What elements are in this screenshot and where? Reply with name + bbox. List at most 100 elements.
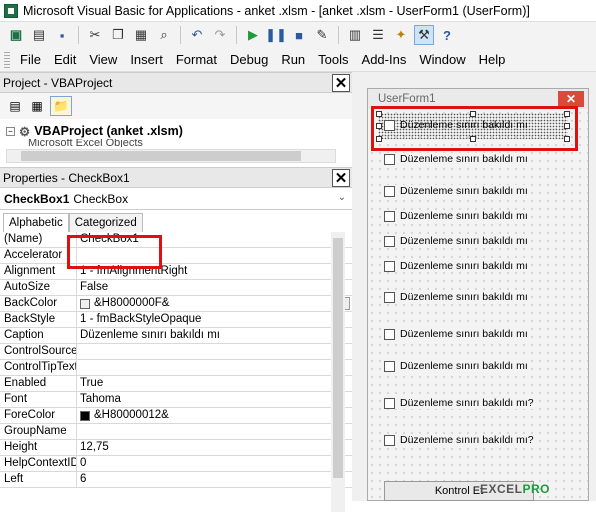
scroll-thumb[interactable] [333, 238, 343, 478]
property-row[interactable]: GroupName [0, 424, 352, 440]
property-value[interactable]: &H8000000F&▼ [77, 296, 352, 311]
resize-handle[interactable] [564, 123, 570, 129]
checkbox-box[interactable] [384, 210, 395, 222]
property-value[interactable]: Tahoma [77, 392, 352, 407]
userform-checkbox[interactable]: Düzenleme sınırı bakıldı mı [384, 153, 530, 165]
property-row[interactable]: Enabled True [0, 376, 352, 392]
property-row[interactable]: Caption Düzenleme sınırı bakıldı mı [0, 328, 352, 344]
project-explorer-icon[interactable]: ▥ [345, 25, 365, 45]
userform-checkbox[interactable]: Düzenleme sınırı bakıldı mı [384, 360, 530, 372]
resize-handle[interactable] [470, 111, 476, 117]
tree-item-vbaproject[interactable]: − ⚙ VBAProject (anket .xlsm) [6, 123, 352, 139]
property-row[interactable]: BackColor&H8000000F&▼ [0, 296, 352, 312]
run-icon[interactable]: ▶ [243, 25, 263, 45]
object-dropdown[interactable]: CheckBox1 CheckBox ⌄ [0, 188, 352, 210]
menu-addins[interactable]: Add-Ins [362, 52, 407, 67]
save-icon[interactable]: ▪ [52, 25, 72, 45]
property-value[interactable]: 6 [77, 472, 352, 487]
break-icon[interactable]: ❚❚ [265, 25, 287, 45]
checkbox-box[interactable] [384, 328, 395, 340]
resize-handle[interactable] [564, 111, 570, 117]
userform[interactable]: UserForm1 ✕ Düzenleme sınırı bakıldı mı D… [367, 88, 589, 501]
property-row[interactable]: Accelerator [0, 248, 352, 264]
checkbox-box[interactable] [384, 119, 395, 131]
menu-file[interactable]: File [20, 52, 41, 67]
toolbox-icon[interactable]: ⚒ [414, 25, 434, 45]
resize-handle[interactable] [564, 136, 570, 142]
resize-handle[interactable] [376, 111, 382, 117]
view-code-icon[interactable]: ▤ [6, 97, 24, 115]
property-value[interactable]: 1 - fmAlignmentRight [77, 264, 352, 279]
property-value[interactable]: True [77, 376, 352, 391]
property-row[interactable]: ForeColor &H80000012& [0, 408, 352, 424]
cut-icon[interactable]: ✂ [85, 25, 105, 45]
menu-debug[interactable]: Debug [230, 52, 268, 67]
close-icon[interactable]: ✕ [332, 169, 350, 187]
userform-checkbox[interactable]: Düzenleme sınırı bakıldı mı [384, 291, 530, 303]
property-row[interactable]: Alignment 1 - fmAlignmentRight [0, 264, 352, 280]
menu-edit[interactable]: Edit [54, 52, 76, 67]
properties-icon[interactable]: ☰ [368, 25, 388, 45]
view-object-icon[interactable]: ▦ [28, 97, 46, 115]
checkbox-box[interactable] [384, 235, 395, 247]
property-row[interactable]: Height 12,75 [0, 440, 352, 456]
copy-icon[interactable]: ❐ [108, 25, 128, 45]
property-row[interactable]: HelpContextID 0 [0, 456, 352, 472]
vertical-scrollbar[interactable] [331, 232, 345, 512]
checkbox-box[interactable] [384, 153, 395, 165]
reset-icon[interactable]: ■ [289, 25, 309, 45]
resize-handle[interactable] [470, 136, 476, 142]
menu-window[interactable]: Window [419, 52, 465, 67]
checkbox-box[interactable] [384, 434, 395, 446]
menu-help[interactable]: Help [479, 52, 506, 67]
resize-handle[interactable] [376, 136, 382, 142]
property-value[interactable]: False [77, 280, 352, 295]
object-browser-icon[interactable]: ✦ [391, 25, 411, 45]
userform-checkbox[interactable]: Düzenleme sınırı bakıldı mı [384, 328, 530, 340]
checkbox-box[interactable] [384, 360, 395, 372]
insert-module-icon[interactable]: ▤ [29, 25, 49, 45]
property-value[interactable]: CheckBox1 [77, 232, 352, 247]
menu-view[interactable]: View [89, 52, 117, 67]
property-value[interactable]: 1 - fmBackStyleOpaque [77, 312, 352, 327]
find-icon[interactable]: ⌕ [154, 25, 174, 45]
userform-checkbox[interactable]: Düzenleme sınırı bakıldı mı? [384, 434, 536, 446]
resize-handle[interactable] [376, 123, 382, 129]
horizontal-scrollbar[interactable] [6, 149, 336, 163]
property-row[interactable]: (Name) CheckBox1 [0, 232, 352, 248]
redo-icon[interactable]: ↷ [210, 25, 230, 45]
chevron-down-icon[interactable]: ⌄ [338, 192, 346, 203]
userform-checkbox[interactable]: Düzenleme sınırı bakıldı mı [384, 210, 530, 222]
menu-insert[interactable]: Insert [130, 52, 163, 67]
property-value[interactable] [77, 424, 352, 439]
menu-run[interactable]: Run [281, 52, 305, 67]
menu-tools[interactable]: Tools [318, 52, 348, 67]
checkbox-box[interactable] [384, 185, 395, 197]
toggle-folders-icon[interactable]: 📁 [50, 96, 72, 116]
userform-body[interactable]: Düzenleme sınırı bakıldı mı Düzenleme sın… [368, 109, 588, 501]
undo-icon[interactable]: ↶ [187, 25, 207, 45]
tab-alphabetic[interactable]: Alphabetic [3, 213, 69, 232]
checkbox-box[interactable] [384, 397, 395, 409]
property-value[interactable]: 0 [77, 456, 352, 471]
paste-icon[interactable]: ▦ [131, 25, 151, 45]
tree-item-excel-objects[interactable]: Microsoft Excel Objects [6, 139, 352, 147]
property-value[interactable] [77, 344, 352, 359]
expand-icon[interactable]: − [6, 126, 15, 136]
property-row[interactable]: BackStyle 1 - fmBackStyleOpaque [0, 312, 352, 328]
tab-categorized[interactable]: Categorized [68, 213, 143, 232]
property-row[interactable]: ControlSource [0, 344, 352, 360]
property-value[interactable]: Düzenleme sınırı bakıldı mı [77, 328, 352, 343]
design-mode-icon[interactable]: ✎ [312, 25, 332, 45]
userform-checkbox[interactable]: Düzenleme sınırı bakıldı mı [384, 260, 530, 272]
help-icon[interactable]: ? [437, 25, 457, 45]
menu-format[interactable]: Format [176, 52, 217, 67]
property-row[interactable]: AutoSize False [0, 280, 352, 296]
property-row[interactable]: Left 6 [0, 472, 352, 488]
property-row[interactable]: Font Tahoma [0, 392, 352, 408]
property-value[interactable] [77, 360, 352, 375]
userform-checkbox[interactable]: Düzenleme sınırı bakıldı mı [384, 235, 530, 247]
userform-checkbox[interactable]: Düzenleme sınırı bakıldı mı [384, 185, 530, 197]
property-value[interactable]: 12,75 [77, 440, 352, 455]
userform-checkbox[interactable]: Düzenleme sınırı bakıldı mı [384, 119, 530, 131]
